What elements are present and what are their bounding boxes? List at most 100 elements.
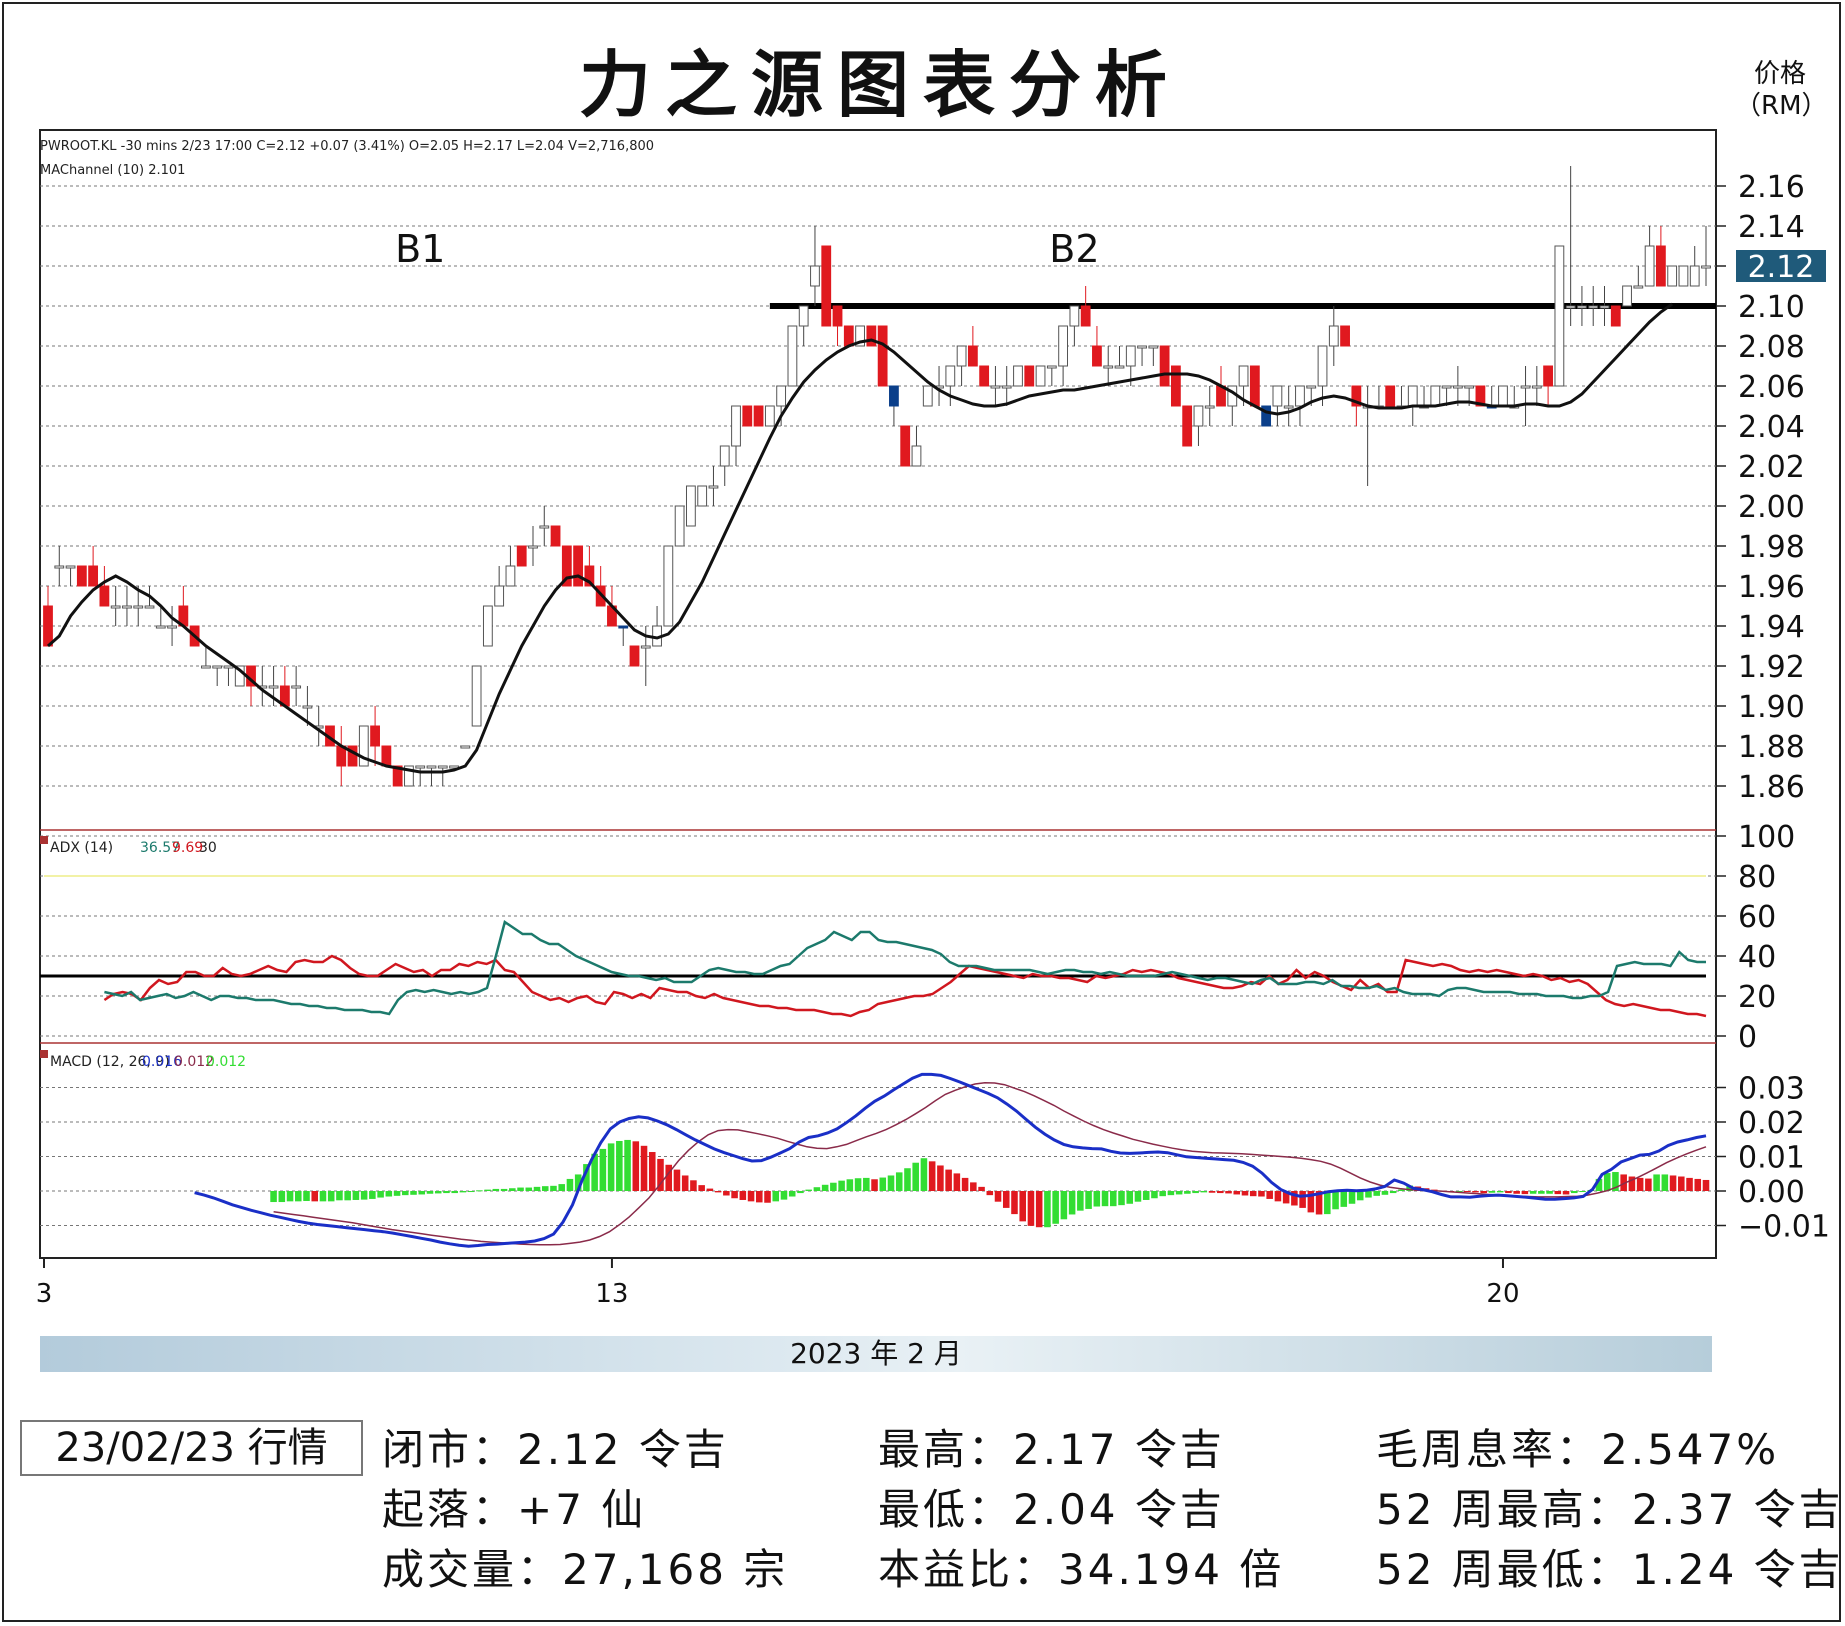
candle-body — [1622, 285, 1632, 307]
macd-histogram-bar — [648, 1152, 656, 1191]
macd-histogram-bar — [476, 1190, 483, 1192]
candle-body — [1272, 385, 1283, 407]
macd-close-icon — [40, 1050, 48, 1058]
macd-histogram-bar — [698, 1185, 705, 1191]
candle-body — [719, 445, 730, 467]
candle-body — [1441, 385, 1452, 389]
price-tick-label: 2.16 — [1738, 170, 1805, 205]
adx-label: ADX (14) — [50, 840, 113, 856]
macd-histogram-bar — [525, 1187, 533, 1191]
macd-histogram-bar — [1175, 1191, 1183, 1195]
price-tick-label: 2.12 — [1748, 250, 1815, 285]
candle-body — [471, 665, 482, 727]
candle-body — [201, 665, 211, 669]
adx-tick-label: 40 — [1738, 940, 1776, 975]
price-tick-label: 2.04 — [1738, 410, 1805, 445]
macd-histogram-bar — [385, 1191, 393, 1197]
macd-histogram-bar — [1151, 1191, 1158, 1199]
candle-body — [539, 525, 550, 529]
macd-histogram-bar — [377, 1191, 384, 1198]
adx-tick-label: 60 — [1738, 900, 1776, 935]
price-tick-label: 2.08 — [1738, 330, 1805, 365]
macd-histogram-bar — [1538, 1191, 1545, 1194]
candle-body — [1058, 325, 1069, 367]
macd-histogram-bar — [607, 1143, 615, 1191]
candle-body — [1046, 365, 1057, 369]
quote-date-box: 23/02/23 行情 — [20, 1420, 363, 1476]
candle-body — [1193, 405, 1204, 427]
candle-body — [1114, 365, 1125, 369]
macd-histogram-bar — [500, 1188, 508, 1191]
candle-body — [843, 325, 854, 347]
macd-histogram-bar — [344, 1191, 351, 1201]
candle-body — [640, 645, 651, 649]
candle-body — [1430, 385, 1441, 407]
histogram-value: 0.012 — [206, 1054, 246, 1070]
price-tick-label: 1.94 — [1738, 610, 1805, 645]
macd-histogram-bar — [599, 1148, 607, 1191]
candle-body — [1531, 385, 1542, 389]
macd-histogram-bar — [558, 1184, 565, 1191]
candle-body — [1565, 305, 1576, 309]
macd-histogram-bar — [838, 1180, 845, 1191]
macd-histogram-bar — [1126, 1191, 1134, 1204]
candle-body — [167, 625, 177, 629]
macd-line — [194, 1072, 1707, 1248]
candle-body — [516, 545, 527, 567]
macd-histogram-bar — [484, 1189, 491, 1191]
macd-histogram-bar — [459, 1191, 467, 1193]
candle-body — [65, 565, 76, 569]
candle-body — [911, 445, 922, 467]
candle-body — [945, 365, 956, 387]
candle-body — [979, 365, 990, 387]
macd-histogram-bar — [1496, 1191, 1504, 1193]
macd-histogram-bar — [830, 1182, 837, 1191]
macd-histogram-bar — [624, 1139, 631, 1191]
x-tick-label: 20 — [1486, 1279, 1519, 1309]
candle-body — [291, 685, 302, 689]
candle-body — [1340, 325, 1350, 347]
macd-histogram-bar — [1142, 1191, 1150, 1200]
macd-histogram-bar — [739, 1191, 747, 1200]
macd-histogram-bar — [1398, 1189, 1405, 1191]
macd-histogram-bar — [1159, 1191, 1166, 1197]
macd-histogram-bar — [1002, 1191, 1010, 1208]
macd-histogram-bar — [1389, 1191, 1397, 1194]
price-tick-label: 1.92 — [1738, 650, 1805, 685]
macd-histogram-bar — [1678, 1176, 1685, 1191]
macd-histogram-bar — [1348, 1191, 1356, 1204]
candle-body — [426, 765, 437, 769]
macd-histogram-bar — [986, 1191, 994, 1196]
candle-body — [1013, 365, 1023, 387]
price-tick-label: 2.14 — [1738, 210, 1805, 245]
candle-body — [1610, 305, 1621, 327]
macd-histogram-bar — [1192, 1191, 1199, 1194]
macd-histogram-bar — [854, 1178, 862, 1191]
price-tick-label: 1.86 — [1738, 770, 1805, 805]
candle-body — [573, 545, 584, 587]
candle-body — [1182, 405, 1193, 447]
macd-histogram-bar — [1241, 1191, 1249, 1196]
macd-histogram-bar — [1686, 1177, 1693, 1191]
macd-histogram-bar — [311, 1191, 319, 1202]
candle-body — [437, 765, 448, 769]
candle-body — [505, 565, 516, 587]
signal-line — [273, 1081, 1707, 1246]
macd-histogram-bar — [937, 1165, 944, 1191]
candle-body — [1599, 305, 1610, 309]
macd-histogram-bar — [871, 1179, 878, 1191]
stat-52w-high: 52 周最高：2.37 令吉 — [1376, 1485, 1844, 1534]
stat-pe: 本益比：34.194 倍 — [878, 1545, 1285, 1594]
candle-body — [1035, 365, 1046, 387]
adx-threshold-value: 30 — [199, 840, 217, 856]
macd-histogram-bar — [879, 1177, 887, 1191]
adx-tick-label: 80 — [1738, 860, 1776, 895]
candle-body — [1588, 305, 1599, 309]
macd-histogram-bar — [1513, 1191, 1520, 1194]
macd-histogram-bar — [1472, 1191, 1479, 1193]
stat-change: 起落：+7 仙 — [382, 1485, 647, 1534]
macd-histogram-bar — [1480, 1191, 1488, 1194]
macd-histogram-bar — [541, 1186, 549, 1191]
macd-histogram-bar — [1011, 1191, 1018, 1215]
macd-histogram-bar — [1381, 1191, 1389, 1195]
